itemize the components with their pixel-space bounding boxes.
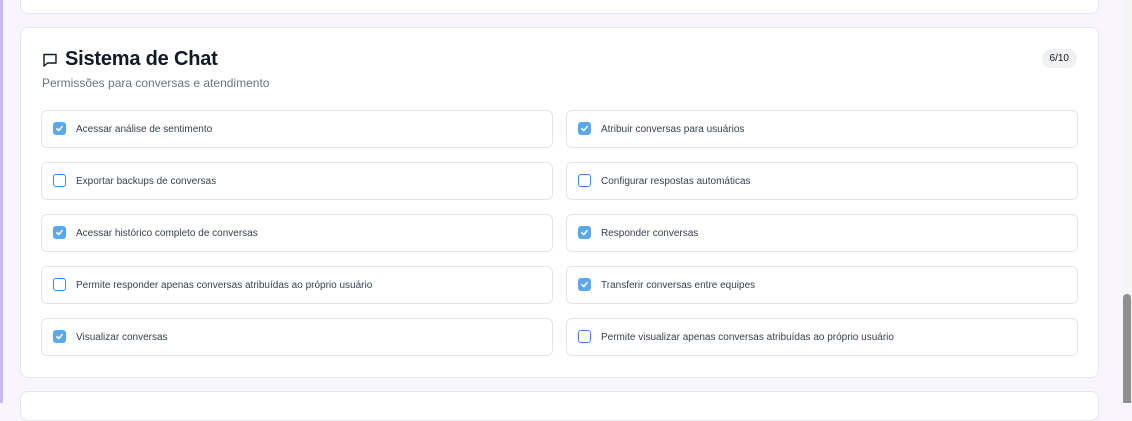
permission-count-badge: 6/10 bbox=[1041, 49, 1077, 68]
scrollbar-track[interactable] bbox=[1122, 0, 1132, 403]
permission-label: Configurar respostas automáticas bbox=[601, 175, 751, 187]
permission-label: Acessar histórico completo de conversas bbox=[76, 227, 258, 239]
section-header: Sistema de Chat bbox=[42, 48, 218, 71]
permission-checkbox[interactable] bbox=[578, 121, 591, 135]
permission-item[interactable]: Atribuir conversas para usuários bbox=[566, 110, 1078, 148]
permission-item[interactable]: Exportar backups de conversas bbox=[41, 162, 553, 200]
permission-item[interactable]: Permite responder apenas conversas atrib… bbox=[41, 266, 553, 304]
permission-label: Permite visualizar apenas conversas atri… bbox=[601, 331, 894, 343]
section-title: Sistema de Chat bbox=[65, 48, 218, 70]
permission-item[interactable]: Responder conversas bbox=[566, 214, 1078, 252]
permission-label: Responder conversas bbox=[601, 227, 699, 239]
scrollbar-thumb[interactable] bbox=[1123, 294, 1131, 403]
next-section-card bbox=[20, 391, 1099, 421]
permissions-grid: Acessar análise de sentimento Atribuir c… bbox=[41, 110, 1078, 356]
permission-checkbox[interactable] bbox=[53, 277, 66, 291]
permission-label: Permite responder apenas conversas atrib… bbox=[76, 279, 373, 291]
permission-label: Atribuir conversas para usuários bbox=[601, 123, 745, 135]
permission-checkbox[interactable] bbox=[578, 173, 591, 187]
permission-item[interactable]: Acessar histórico completo de conversas bbox=[41, 214, 553, 252]
chat-bubble-icon bbox=[42, 52, 58, 68]
permission-checkbox[interactable] bbox=[53, 329, 66, 343]
permission-checkbox[interactable] bbox=[578, 329, 591, 343]
section-subtitle: Permissões para conversas e atendimento bbox=[42, 76, 270, 90]
permission-item[interactable]: Transferir conversas entre equipes bbox=[566, 266, 1078, 304]
permission-item[interactable]: Visualizar conversas bbox=[41, 318, 553, 356]
permission-label: Visualizar conversas bbox=[76, 331, 168, 343]
chat-permissions-card: Sistema de Chat Permissões para conversa… bbox=[20, 27, 1099, 378]
permission-label: Exportar backups de conversas bbox=[76, 175, 217, 187]
permission-checkbox[interactable] bbox=[53, 121, 66, 135]
permission-checkbox[interactable] bbox=[53, 225, 66, 239]
permission-item[interactable]: Permite visualizar apenas conversas atri… bbox=[566, 318, 1078, 356]
permission-checkbox[interactable] bbox=[53, 173, 66, 187]
permission-item[interactable]: Configurar respostas automáticas bbox=[566, 162, 1078, 200]
previous-section-card bbox=[20, 0, 1099, 14]
permission-label: Transferir conversas entre equipes bbox=[601, 279, 756, 291]
permission-item[interactable]: Acessar análise de sentimento bbox=[41, 110, 553, 148]
permission-checkbox[interactable] bbox=[578, 277, 591, 291]
permission-label: Acessar análise de sentimento bbox=[76, 123, 213, 135]
left-panel-edge bbox=[0, 0, 3, 403]
permission-checkbox[interactable] bbox=[578, 225, 591, 239]
